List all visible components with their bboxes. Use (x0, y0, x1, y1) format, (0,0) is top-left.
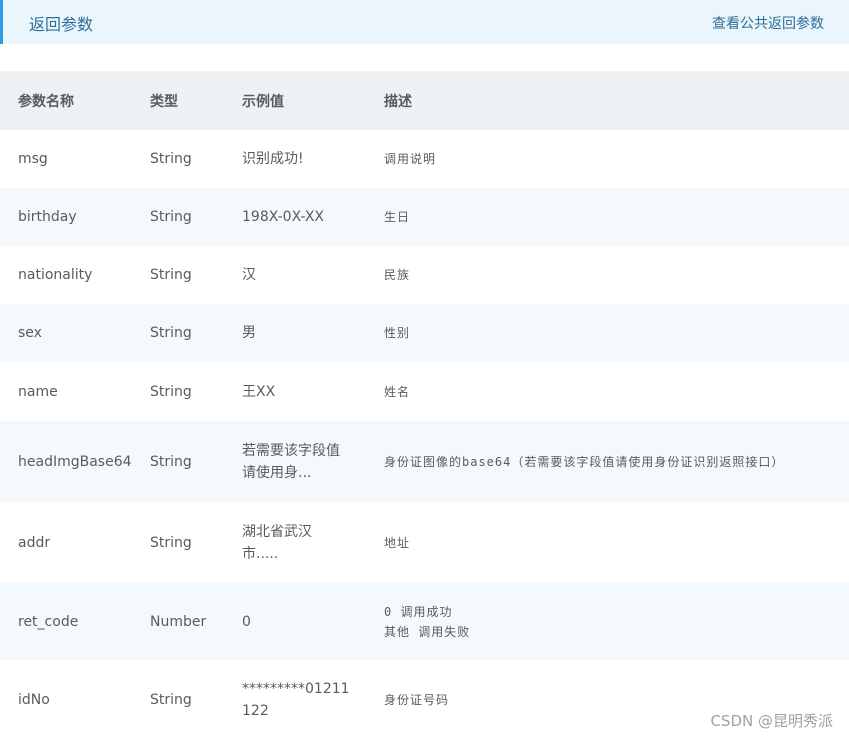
param-desc: 民族 (384, 246, 849, 304)
table-row: headImgBase64 String 若需要该字段值请使用身... 身份证图… (0, 421, 849, 502)
param-type: String (150, 304, 242, 362)
return-params-table: 参数名称 类型 示例值 描述 msg String 识别成功! 调用说明 bir… (0, 71, 849, 740)
param-desc: 0 调用成功 其他 调用失败 (384, 583, 849, 660)
table-header-row: 参数名称 类型 示例值 描述 (0, 71, 849, 130)
param-type: String (150, 362, 242, 421)
param-name: sex (0, 304, 150, 362)
param-name: name (0, 362, 150, 421)
param-desc: 性别 (384, 304, 849, 362)
table-row: sex String 男 性别 (0, 304, 849, 362)
param-desc: 地址 (384, 502, 849, 583)
param-name: ret_code (0, 583, 150, 660)
column-header-example: 示例值 (242, 71, 384, 130)
param-example: 198X-0X-XX (242, 188, 384, 246)
param-example: 识别成功! (242, 130, 384, 188)
param-type: String (150, 246, 242, 304)
table-row: nationality String 汉 民族 (0, 246, 849, 304)
param-desc: 生日 (384, 188, 849, 246)
table-row: ret_code Number 0 0 调用成功 其他 调用失败 (0, 583, 849, 660)
param-example: 男 (242, 304, 384, 362)
param-name: birthday (0, 188, 150, 246)
param-type: String (150, 188, 242, 246)
param-name: addr (0, 502, 150, 583)
watermark: CSDN @昆明秀派 (710, 712, 833, 730)
table-row: addr String 湖北省武汉市..... 地址 (0, 502, 849, 583)
param-name: idNo (0, 660, 150, 740)
table-row: msg String 识别成功! 调用说明 (0, 130, 849, 188)
column-header-name: 参数名称 (0, 71, 150, 130)
section-title: 返回参数 (29, 15, 94, 34)
param-desc: 姓名 (384, 362, 849, 421)
param-type: String (150, 130, 242, 188)
column-header-desc: 描述 (384, 71, 849, 130)
param-type: String (150, 660, 242, 740)
param-type: String (150, 502, 242, 583)
param-name: headImgBase64 (0, 421, 150, 502)
table-row: name String 王XX 姓名 (0, 362, 849, 421)
table-row: birthday String 198X-0X-XX 生日 (0, 188, 849, 246)
param-example: 王XX (242, 362, 384, 421)
section-header: 返回参数 查看公共返回参数 (0, 0, 849, 44)
param-example: *********01211122 (242, 660, 384, 740)
param-name: nationality (0, 246, 150, 304)
param-example: 0 (242, 583, 384, 660)
param-example: 湖北省武汉市..... (242, 502, 384, 583)
param-name: msg (0, 130, 150, 188)
param-type: Number (150, 583, 242, 660)
column-header-type: 类型 (150, 71, 242, 130)
param-example: 汉 (242, 246, 384, 304)
param-desc: 身份证图像的base64（若需要该字段值请使用身份证识别返照接口） (384, 421, 849, 502)
param-type: String (150, 421, 242, 502)
param-desc: 调用说明 (384, 130, 849, 188)
param-example: 若需要该字段值请使用身... (242, 421, 384, 502)
public-return-params-link[interactable]: 查看公共返回参数 (712, 13, 824, 33)
